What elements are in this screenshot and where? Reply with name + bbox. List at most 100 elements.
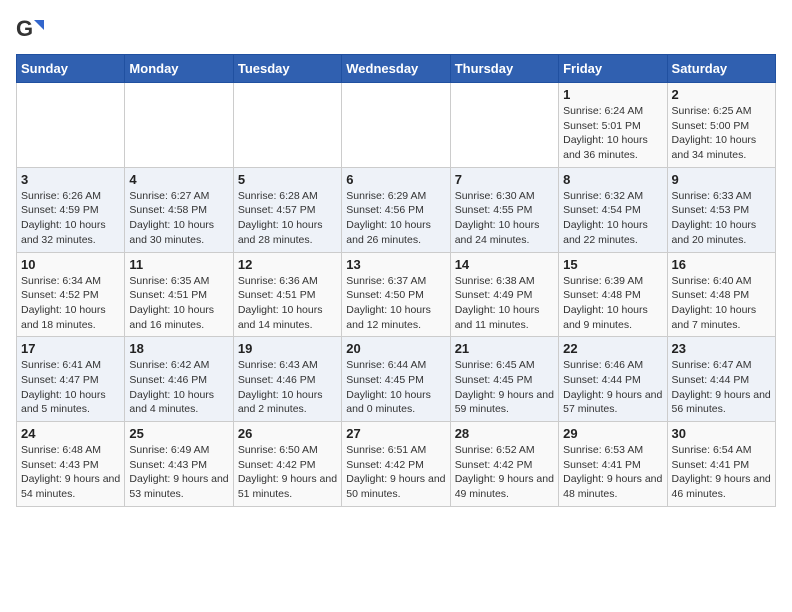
logo-icon: G — [16, 16, 44, 44]
day-number: 4 — [129, 172, 228, 187]
calendar-header-row: SundayMondayTuesdayWednesdayThursdayFrid… — [17, 55, 776, 83]
calendar-cell: 21Sunrise: 6:45 AM Sunset: 4:45 PM Dayli… — [450, 337, 558, 422]
calendar-cell — [450, 83, 558, 168]
calendar-cell: 13 Sunrise: 6:37 AM Sunset: 4:50 PM Dayli… — [342, 252, 450, 337]
day-number: 24 — [21, 426, 120, 441]
day-number: 10 — [21, 257, 120, 272]
day-number: 14 — [455, 257, 554, 272]
day-number: 19 — [238, 341, 337, 356]
day-info: Sunrise: 6:25 AM Sunset: 5:00 PM Dayligh… — [672, 104, 771, 163]
day-info: Sunrise: 6:24 AM Sunset: 5:01 PM Dayligh… — [563, 104, 662, 163]
calendar-cell: 20Sunrise: 6:44 AM Sunset: 4:45 PM Dayli… — [342, 337, 450, 422]
day-info: Sunrise: 6:28 AM Sunset: 4:57 PM Dayligh… — [238, 189, 337, 248]
day-header-sunday: Sunday — [17, 55, 125, 83]
day-info: Sunrise: 6:33 AM Sunset: 4:53 PM Dayligh… — [672, 189, 771, 248]
day-number: 7 — [455, 172, 554, 187]
day-number: 8 — [563, 172, 662, 187]
calendar-cell — [125, 83, 233, 168]
day-number: 6 — [346, 172, 445, 187]
day-header-wednesday: Wednesday — [342, 55, 450, 83]
day-info: Sunrise: 6:48 AM Sunset: 4:43 PM Dayligh… — [21, 443, 120, 502]
calendar-cell: 17 Sunrise: 6:41 AM Sunset: 4:47 PM Dayli… — [17, 337, 125, 422]
day-number: 28 — [455, 426, 554, 441]
day-number: 22 — [563, 341, 662, 356]
day-info: Sunrise: 6:41 AM Sunset: 4:47 PM Dayligh… — [21, 358, 120, 417]
calendar-cell: 23Sunrise: 6:47 AM Sunset: 4:44 PM Dayli… — [667, 337, 775, 422]
day-info: Sunrise: 6:32 AM Sunset: 4:54 PM Dayligh… — [563, 189, 662, 248]
calendar-cell: 12 Sunrise: 6:36 AM Sunset: 4:51 PM Dayli… — [233, 252, 341, 337]
calendar-cell: 6 Sunrise: 6:29 AM Sunset: 4:56 PM Daylig… — [342, 167, 450, 252]
day-info: Sunrise: 6:34 AM Sunset: 4:52 PM Dayligh… — [21, 274, 120, 333]
day-number: 1 — [563, 87, 662, 102]
day-info: Sunrise: 6:42 AM Sunset: 4:46 PM Dayligh… — [129, 358, 228, 417]
day-info: Sunrise: 6:49 AM Sunset: 4:43 PM Dayligh… — [129, 443, 228, 502]
day-number: 17 — [21, 341, 120, 356]
calendar-cell: 30 Sunrise: 6:54 AM Sunset: 4:41 PM Dayli… — [667, 422, 775, 507]
day-info: Sunrise: 6:35 AM Sunset: 4:51 PM Dayligh… — [129, 274, 228, 333]
day-info: Sunrise: 6:50 AM Sunset: 4:42 PM Dayligh… — [238, 443, 337, 502]
day-info: Sunrise: 6:44 AM Sunset: 4:45 PM Dayligh… — [346, 358, 445, 417]
day-info: Sunrise: 6:37 AM Sunset: 4:50 PM Dayligh… — [346, 274, 445, 333]
calendar-week-row: 1 Sunrise: 6:24 AM Sunset: 5:01 PM Daylig… — [17, 83, 776, 168]
calendar-cell: 22 Sunrise: 6:46 AM Sunset: 4:44 PM Dayli… — [559, 337, 667, 422]
day-header-thursday: Thursday — [450, 55, 558, 83]
calendar-cell: 11Sunrise: 6:35 AM Sunset: 4:51 PM Dayli… — [125, 252, 233, 337]
day-info: Sunrise: 6:26 AM Sunset: 4:59 PM Dayligh… — [21, 189, 120, 248]
day-header-friday: Friday — [559, 55, 667, 83]
calendar-cell: 9 Sunrise: 6:33 AM Sunset: 4:53 PM Daylig… — [667, 167, 775, 252]
day-info: Sunrise: 6:38 AM Sunset: 4:49 PM Dayligh… — [455, 274, 554, 333]
calendar-cell: 5Sunrise: 6:28 AM Sunset: 4:57 PM Daylig… — [233, 167, 341, 252]
day-info: Sunrise: 6:27 AM Sunset: 4:58 PM Dayligh… — [129, 189, 228, 248]
day-number: 29 — [563, 426, 662, 441]
header: G — [16, 16, 776, 44]
logo: G — [16, 16, 48, 44]
day-number: 25 — [129, 426, 228, 441]
day-number: 15 — [563, 257, 662, 272]
calendar-cell: 15 Sunrise: 6:39 AM Sunset: 4:48 PM Dayli… — [559, 252, 667, 337]
day-number: 30 — [672, 426, 771, 441]
calendar-week-row: 10 Sunrise: 6:34 AM Sunset: 4:52 PM Dayli… — [17, 252, 776, 337]
day-info: Sunrise: 6:40 AM Sunset: 4:48 PM Dayligh… — [672, 274, 771, 333]
day-info: Sunrise: 6:39 AM Sunset: 4:48 PM Dayligh… — [563, 274, 662, 333]
day-number: 26 — [238, 426, 337, 441]
day-info: Sunrise: 6:52 AM Sunset: 4:42 PM Dayligh… — [455, 443, 554, 502]
day-number: 3 — [21, 172, 120, 187]
calendar-week-row: 3 Sunrise: 6:26 AM Sunset: 4:59 PM Daylig… — [17, 167, 776, 252]
calendar-cell: 16Sunrise: 6:40 AM Sunset: 4:48 PM Dayli… — [667, 252, 775, 337]
day-number: 21 — [455, 341, 554, 356]
day-number: 18 — [129, 341, 228, 356]
calendar-cell: 1 Sunrise: 6:24 AM Sunset: 5:01 PM Daylig… — [559, 83, 667, 168]
day-number: 9 — [672, 172, 771, 187]
day-number: 23 — [672, 341, 771, 356]
day-info: Sunrise: 6:51 AM Sunset: 4:42 PM Dayligh… — [346, 443, 445, 502]
day-number: 12 — [238, 257, 337, 272]
calendar-cell: 18 Sunrise: 6:42 AM Sunset: 4:46 PM Dayli… — [125, 337, 233, 422]
calendar-cell: 25 Sunrise: 6:49 AM Sunset: 4:43 PM Dayli… — [125, 422, 233, 507]
day-number: 13 — [346, 257, 445, 272]
calendar: SundayMondayTuesdayWednesdayThursdayFrid… — [16, 54, 776, 507]
calendar-cell: 10 Sunrise: 6:34 AM Sunset: 4:52 PM Dayli… — [17, 252, 125, 337]
day-header-saturday: Saturday — [667, 55, 775, 83]
calendar-cell: 19Sunrise: 6:43 AM Sunset: 4:46 PM Dayli… — [233, 337, 341, 422]
day-number: 2 — [672, 87, 771, 102]
calendar-cell: 27 Sunrise: 6:51 AM Sunset: 4:42 PM Dayli… — [342, 422, 450, 507]
calendar-cell: 3 Sunrise: 6:26 AM Sunset: 4:59 PM Daylig… — [17, 167, 125, 252]
calendar-cell — [17, 83, 125, 168]
day-header-tuesday: Tuesday — [233, 55, 341, 83]
day-info: Sunrise: 6:29 AM Sunset: 4:56 PM Dayligh… — [346, 189, 445, 248]
calendar-cell — [233, 83, 341, 168]
day-info: Sunrise: 6:36 AM Sunset: 4:51 PM Dayligh… — [238, 274, 337, 333]
day-number: 27 — [346, 426, 445, 441]
calendar-week-row: 17 Sunrise: 6:41 AM Sunset: 4:47 PM Dayli… — [17, 337, 776, 422]
day-info: Sunrise: 6:46 AM Sunset: 4:44 PM Dayligh… — [563, 358, 662, 417]
calendar-cell: 2 Sunrise: 6:25 AM Sunset: 5:00 PM Daylig… — [667, 83, 775, 168]
day-header-monday: Monday — [125, 55, 233, 83]
calendar-cell — [342, 83, 450, 168]
calendar-cell: 26 Sunrise: 6:50 AM Sunset: 4:42 PM Dayli… — [233, 422, 341, 507]
calendar-cell: 4 Sunrise: 6:27 AM Sunset: 4:58 PM Daylig… — [125, 167, 233, 252]
day-info: Sunrise: 6:54 AM Sunset: 4:41 PM Dayligh… — [672, 443, 771, 502]
calendar-cell: 24 Sunrise: 6:48 AM Sunset: 4:43 PM Dayli… — [17, 422, 125, 507]
day-info: Sunrise: 6:30 AM Sunset: 4:55 PM Dayligh… — [455, 189, 554, 248]
calendar-week-row: 24 Sunrise: 6:48 AM Sunset: 4:43 PM Dayli… — [17, 422, 776, 507]
calendar-cell: 8 Sunrise: 6:32 AM Sunset: 4:54 PM Daylig… — [559, 167, 667, 252]
